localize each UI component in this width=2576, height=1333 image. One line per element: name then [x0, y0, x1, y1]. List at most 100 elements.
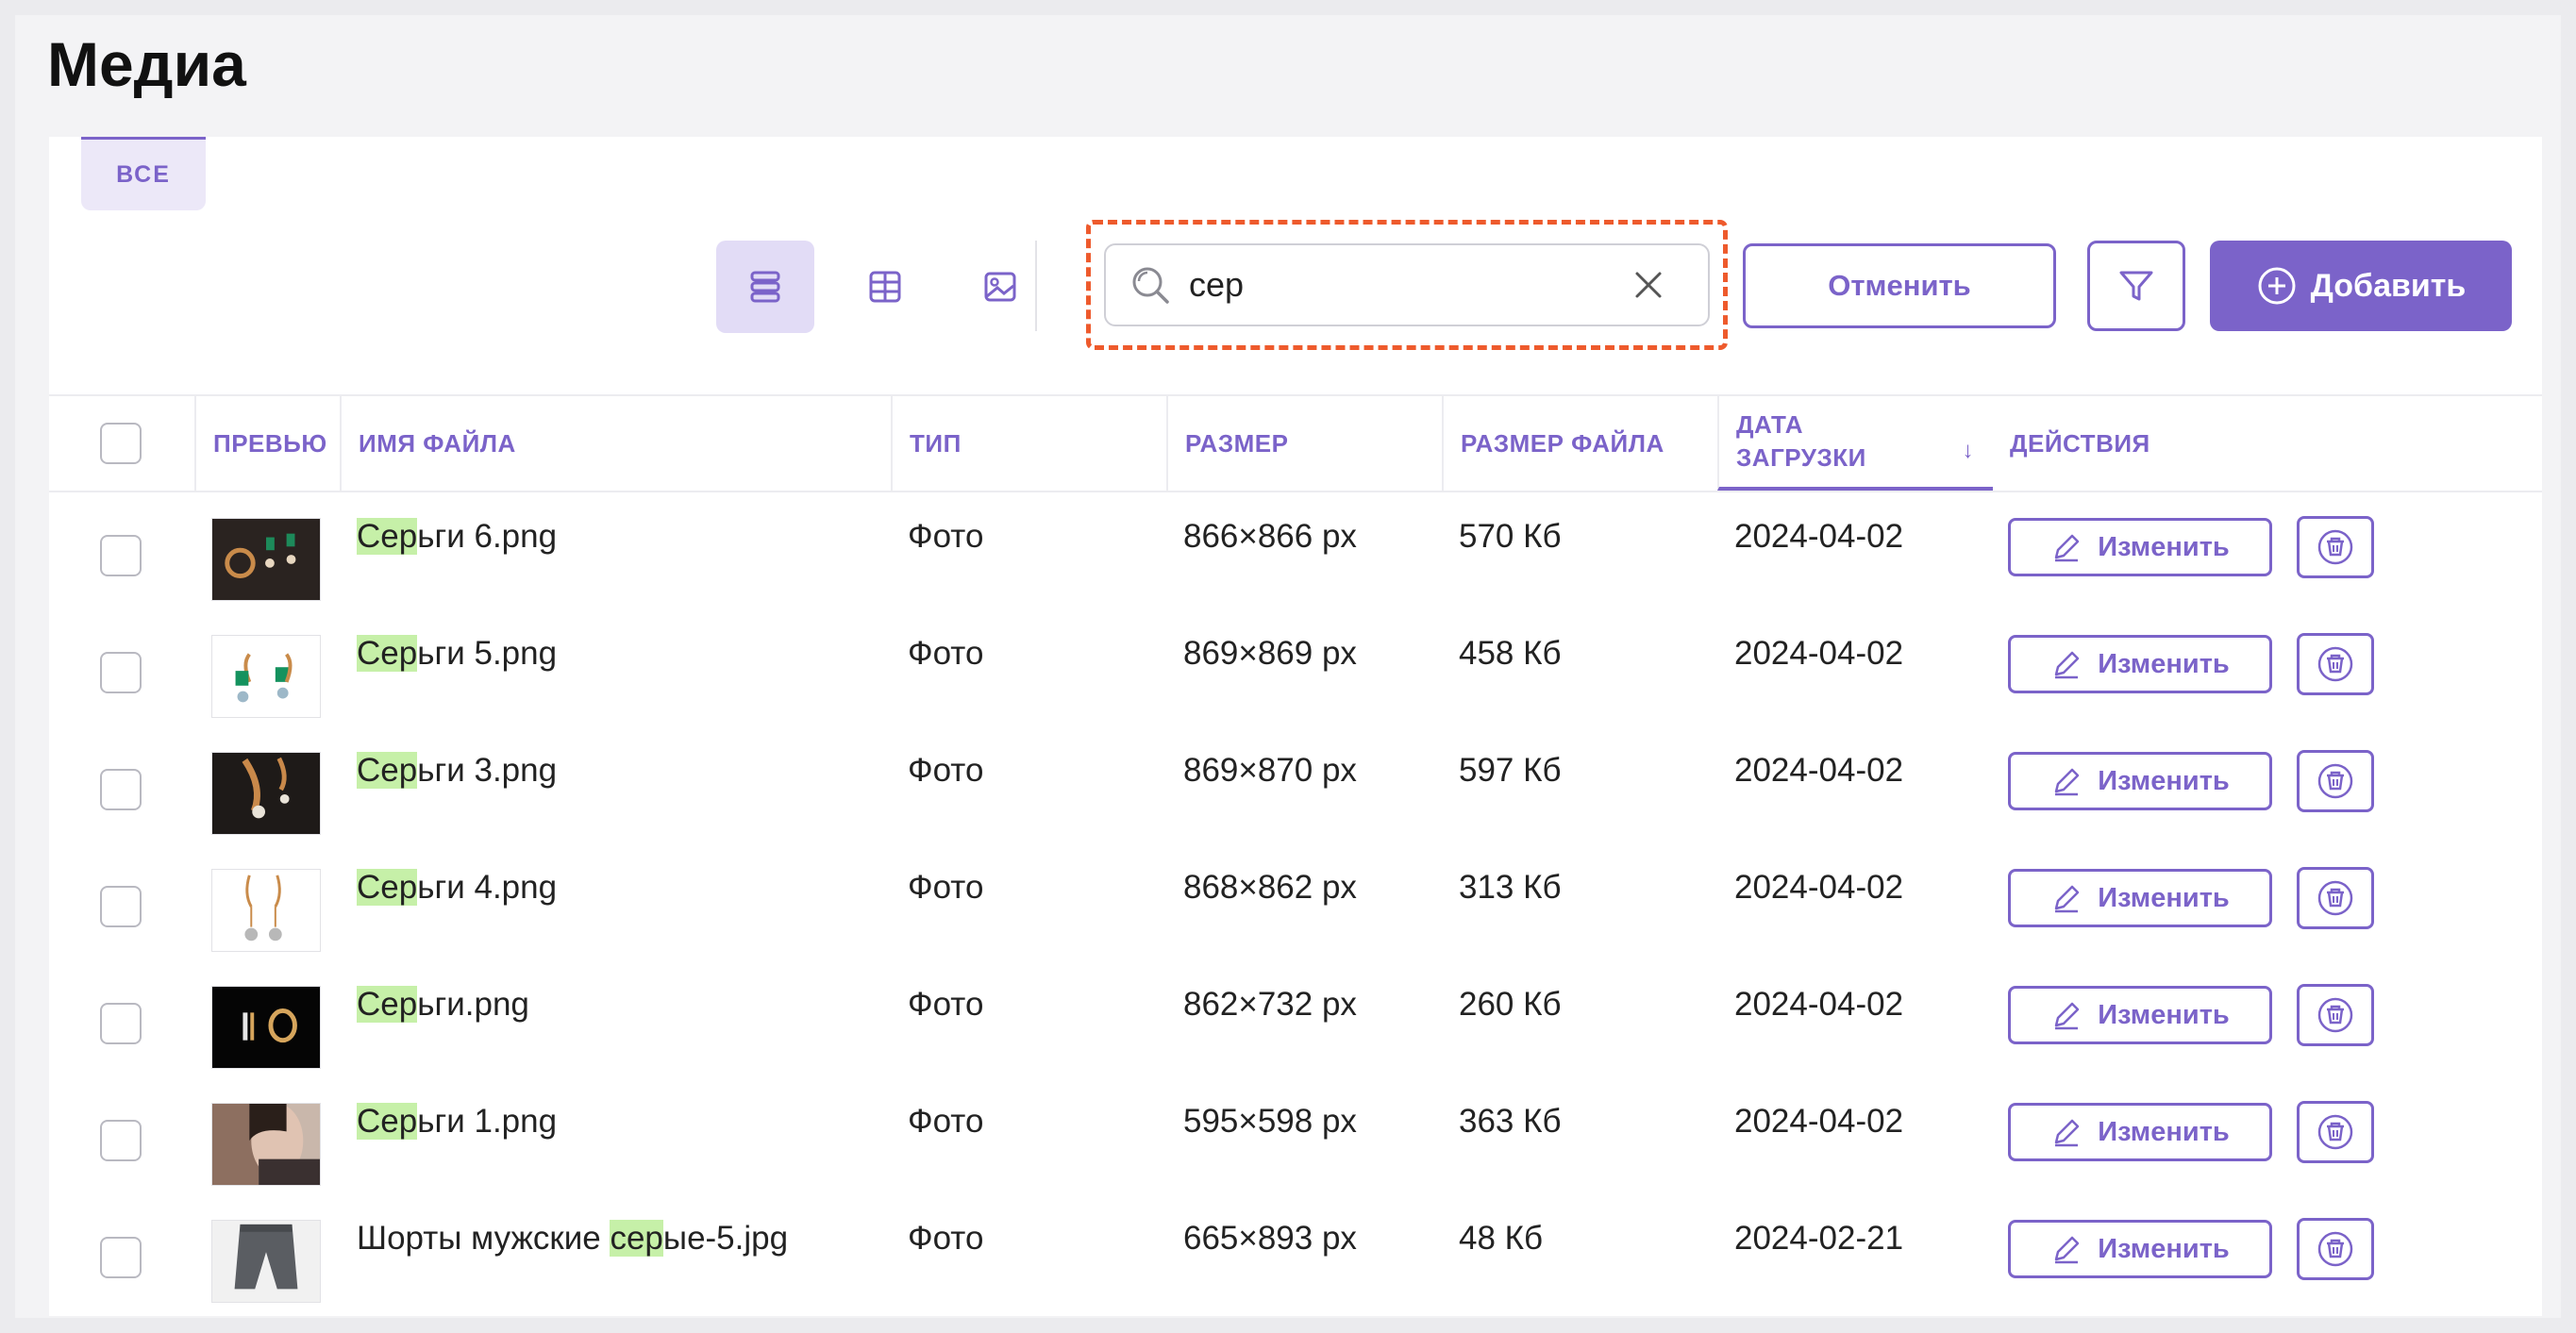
row-checkbox[interactable]	[100, 886, 142, 927]
table-row[interactable]: Серьги 5.png Фото 869×869 px 458 Кб 2024-04-…	[49, 612, 2542, 729]
delete-button[interactable]	[2297, 1101, 2374, 1163]
row-checkbox[interactable]	[100, 1237, 142, 1278]
pencil-icon	[2055, 885, 2080, 913]
search-icon	[1132, 267, 1169, 304]
dimensions-cell: 866×866 px	[1183, 518, 1357, 555]
dimensions-cell: 868×862 px	[1183, 869, 1357, 906]
trash-icon	[2317, 529, 2353, 565]
table-row[interactable]: Серьги 4.png Фото 868×862 px 313 Кб 2024-04-…	[49, 846, 2542, 963]
preview-thumbnail[interactable]	[211, 1220, 321, 1303]
edit-button[interactable]: Изменить	[2008, 869, 2272, 927]
edit-button[interactable]: Изменить	[2008, 1220, 2272, 1278]
filename-cell[interactable]: Серьги 3.png	[357, 752, 557, 790]
thumbnail-image	[212, 519, 320, 600]
filename-cell[interactable]: Серьги 4.png	[357, 869, 557, 907]
edit-button[interactable]: Изменить	[2008, 1103, 2272, 1161]
preview-thumbnail[interactable]	[211, 635, 321, 718]
filename-suffix: ьги 4.png	[417, 869, 558, 906]
filename-suffix: ьги.png	[417, 986, 529, 1023]
delete-button[interactable]	[2297, 633, 2374, 695]
filename-cell[interactable]: Серьги 5.png	[357, 635, 557, 673]
table-header: ПРЕВЬЮ ИМЯ ФАЙЛА ТИП РАЗМЕР РАЗМЕР ФАЙЛА…	[49, 394, 2542, 492]
filename-suffix: ые-5.jpg	[662, 1220, 789, 1257]
filename-cell[interactable]: Шорты мужские серые-5.jpg	[357, 1220, 788, 1258]
add-button[interactable]: Добавить	[2210, 241, 2512, 331]
search-match-highlight: сер	[610, 1220, 663, 1257]
filesize-cell: 48 Кб	[1459, 1220, 1544, 1257]
column-upload-date[interactable]: ДАТА ЗАГРУЗКИ ↓	[1717, 396, 1993, 491]
thumbnail-image	[212, 870, 320, 951]
column-dimensions[interactable]: РАЗМЕР	[1166, 396, 1442, 491]
filename-suffix: ьги 6.png	[417, 518, 558, 555]
edit-button-label: Изменить	[2098, 1116, 2230, 1147]
delete-button[interactable]	[2297, 750, 2374, 812]
row-checkbox[interactable]	[100, 535, 142, 576]
dimensions-cell: 869×869 px	[1183, 635, 1357, 672]
filename-cell[interactable]: Серьги 1.png	[357, 1103, 557, 1141]
media-panel: ВСЕ сер Отменить Добавить ПРЕВЬЮ ИМЯ ФАЙ…	[49, 137, 2542, 1316]
filesize-cell: 313 Кб	[1459, 869, 1562, 906]
page-title: Медиа	[47, 29, 246, 99]
edit-button[interactable]: Изменить	[2008, 986, 2272, 1044]
clear-search-icon[interactable]	[1632, 269, 1664, 301]
add-button-label: Добавить	[2310, 267, 2467, 304]
preview-thumbnail[interactable]	[211, 1103, 321, 1186]
row-checkbox[interactable]	[100, 769, 142, 810]
table-row[interactable]: Серьги.png Фото 862×732 px 260 Кб 2024-04-02…	[49, 963, 2542, 1080]
delete-button[interactable]	[2297, 984, 2374, 1046]
filter-icon	[2119, 271, 2153, 301]
column-type[interactable]: ТИП	[891, 396, 1166, 491]
grid-view-icon	[869, 271, 901, 303]
row-checkbox[interactable]	[100, 652, 142, 693]
edit-button[interactable]: Изменить	[2008, 518, 2272, 576]
search-input[interactable]	[1189, 265, 1623, 305]
grid-view-button[interactable]	[836, 241, 934, 333]
row-checkbox[interactable]	[100, 1120, 142, 1161]
edit-button-label: Изменить	[2098, 531, 2230, 562]
tab-all[interactable]: ВСЕ	[81, 137, 206, 210]
filesize-cell: 597 Кб	[1459, 752, 1562, 789]
upload-date-cell: 2024-02-21	[1734, 1220, 1904, 1257]
image-view-icon	[984, 272, 1016, 302]
search-match-highlight: Сер	[357, 635, 418, 672]
edit-button-label: Изменить	[2098, 1233, 2230, 1264]
filename-cell[interactable]: Серьги.png	[357, 986, 529, 1024]
row-checkbox[interactable]	[100, 1003, 142, 1044]
column-filename[interactable]: ИМЯ ФАЙЛА	[340, 396, 891, 491]
select-all-checkbox[interactable]	[100, 423, 142, 464]
pencil-icon	[2055, 651, 2080, 679]
edit-button-label: Изменить	[2098, 882, 2230, 913]
delete-button[interactable]	[2297, 867, 2374, 929]
filter-button[interactable]	[2087, 241, 2185, 331]
list-view-icon	[750, 271, 780, 303]
filesize-cell: 363 Кб	[1459, 1103, 1562, 1140]
edit-button[interactable]: Изменить	[2008, 635, 2272, 693]
edit-button[interactable]: Изменить	[2008, 752, 2272, 810]
upload-date-cell: 2024-04-02	[1734, 518, 1904, 555]
list-view-button[interactable]	[716, 241, 814, 333]
search-field[interactable]	[1104, 243, 1710, 326]
thumbnail-image	[212, 1104, 320, 1185]
table-row[interactable]: Шорты мужские серые-5.jpg Фото 665×893 px 4…	[49, 1197, 2542, 1314]
upload-date-cell: 2024-04-02	[1734, 1103, 1904, 1140]
preview-thumbnail[interactable]	[211, 986, 321, 1069]
type-cell: Фото	[908, 752, 984, 789]
edit-button-label: Изменить	[2098, 999, 2230, 1030]
table-row[interactable]: Серьги 1.png Фото 595×598 px 363 Кб 2024-04-…	[49, 1080, 2542, 1197]
type-cell: Фото	[908, 986, 984, 1023]
filename-cell[interactable]: Серьги 6.png	[357, 518, 557, 556]
delete-button[interactable]	[2297, 1218, 2374, 1280]
delete-button[interactable]	[2297, 516, 2374, 578]
thumbnail-image	[212, 987, 320, 1068]
type-cell: Фото	[908, 518, 984, 555]
table-row[interactable]: Серьги 3.png Фото 869×870 px 597 Кб 2024-04-…	[49, 729, 2542, 846]
preview-thumbnail[interactable]	[211, 869, 321, 952]
preview-thumbnail[interactable]	[211, 518, 321, 601]
edit-button-label: Изменить	[2098, 765, 2230, 796]
column-filesize[interactable]: РАЗМЕР ФАЙЛА	[1442, 396, 1717, 491]
cancel-button[interactable]: Отменить	[1743, 243, 2056, 328]
preview-thumbnail[interactable]	[211, 752, 321, 835]
table-row[interactable]: Серьги 6.png Фото 866×866 px 570 Кб 2024-04-…	[49, 495, 2542, 612]
trash-icon	[2317, 1114, 2353, 1150]
pencil-icon	[2055, 1002, 2080, 1030]
